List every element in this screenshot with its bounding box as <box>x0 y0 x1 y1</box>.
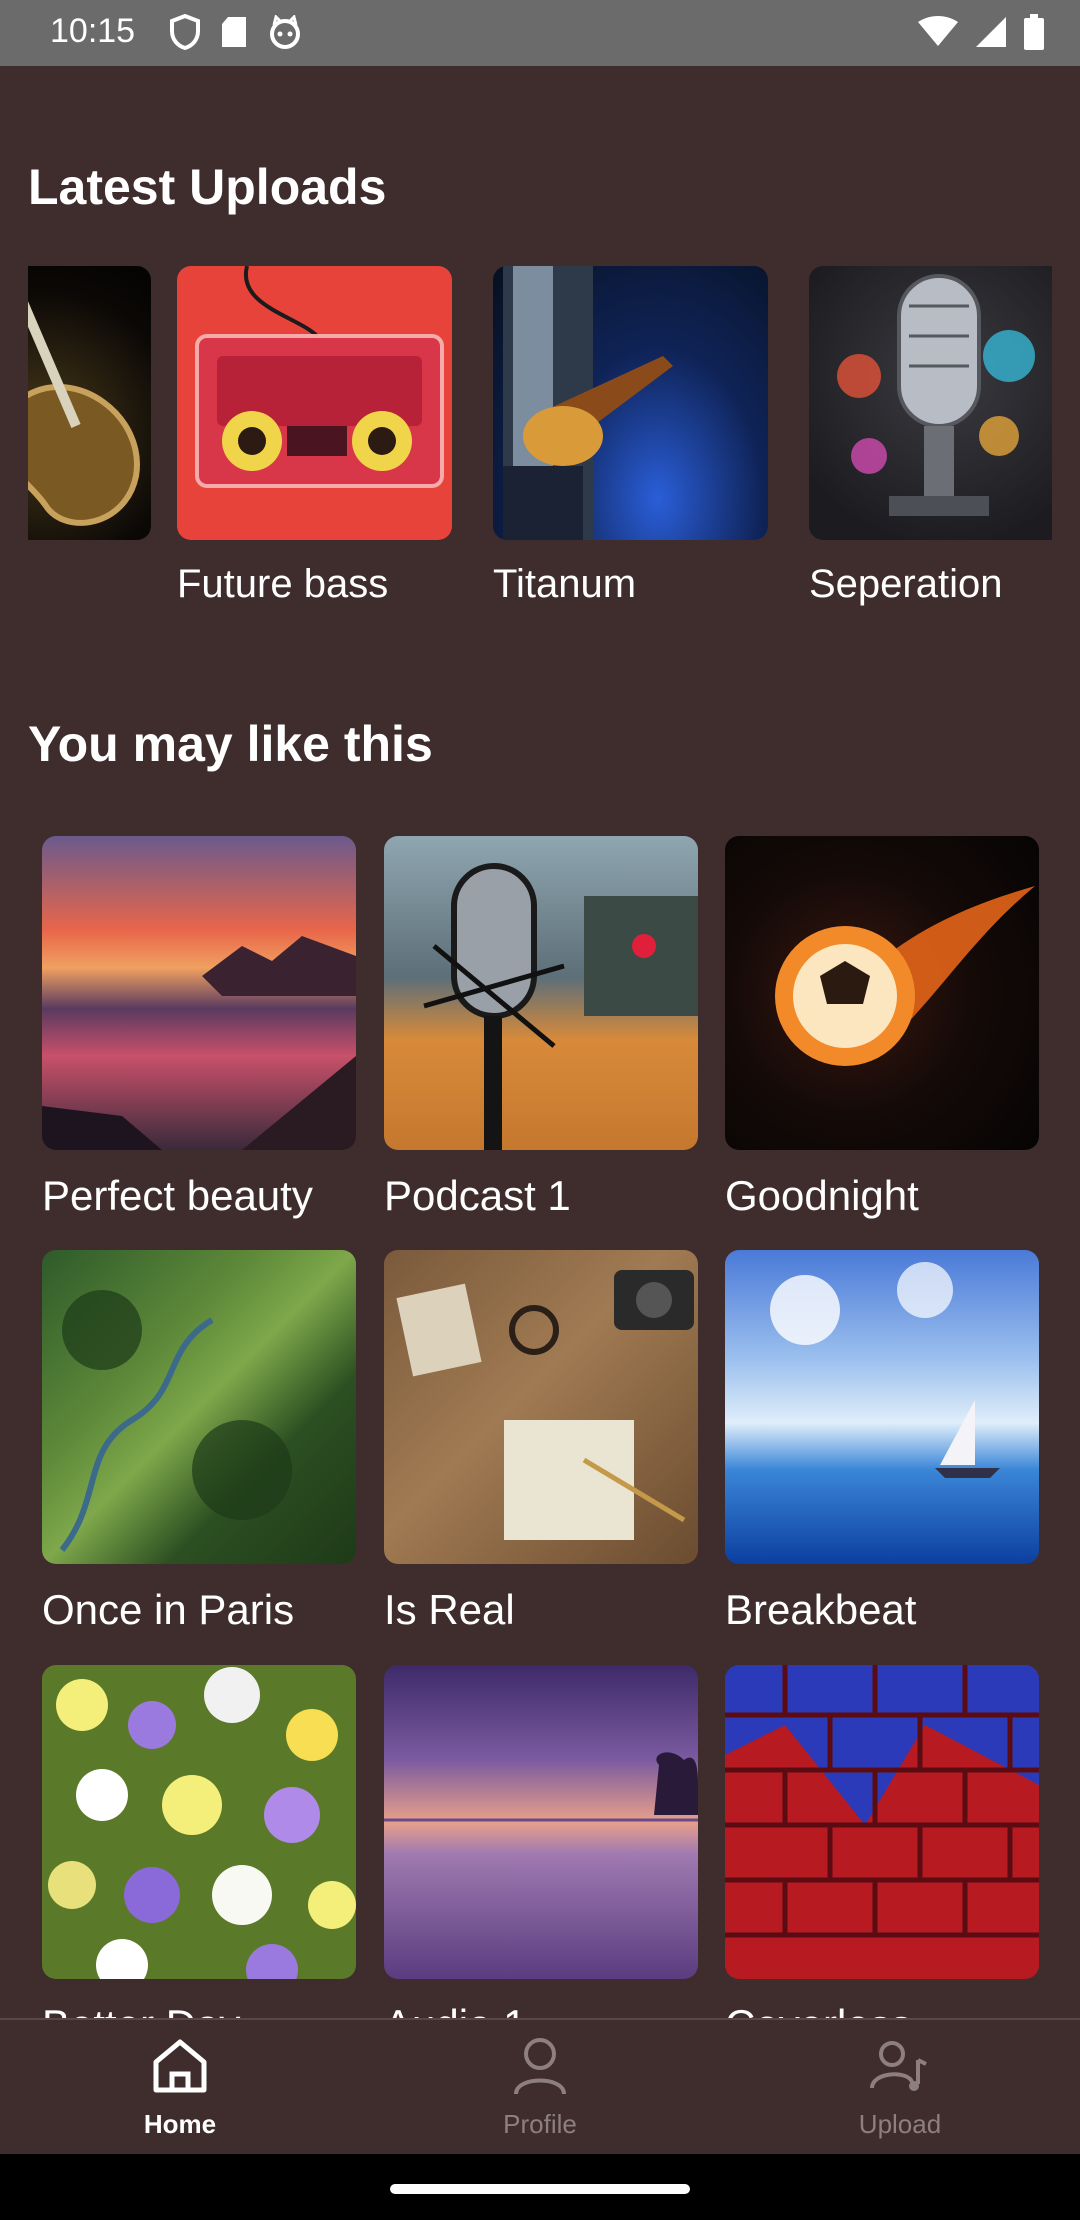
latest-item[interactable]: afe <box>28 266 151 607</box>
flowers-art <box>42 1665 356 1979</box>
guitar-art <box>28 266 151 540</box>
status-right-icons <box>918 14 1044 50</box>
shield-icon <box>170 14 200 50</box>
grid-item-title: Audio 1 <box>384 2001 698 2018</box>
latest-item-title: afe <box>28 562 151 607</box>
upload-user-icon <box>870 2041 927 2091</box>
latest-item-title: Titanum <box>493 562 637 606</box>
fire-ball-art <box>725 836 1039 1150</box>
nav-upload[interactable]: Upload <box>790 2034 1010 2140</box>
may-like-title: You may like this <box>28 716 433 772</box>
grid-item[interactable]: Podcast 1 <box>384 836 698 1220</box>
grid-item[interactable]: Once in Paris <box>42 1250 356 1634</box>
grid-item[interactable]: Breakbeat <box>725 1250 1039 1634</box>
home-icon <box>153 2039 207 2093</box>
status-left-icons <box>170 14 302 50</box>
grid-item-title: Is Real <box>384 1586 515 1633</box>
nav-home-label: Home <box>143 2109 217 2139</box>
sd-card-icon <box>222 17 246 47</box>
grid-item-title: Perfect beauty <box>42 1172 313 1219</box>
grid-item-title: Once in Paris <box>42 1586 295 1633</box>
grid-item[interactable]: Better Day <box>42 1665 356 2018</box>
home-gesture-handle[interactable] <box>390 2184 690 2194</box>
forest-aerial-art <box>42 1250 356 1564</box>
sunset-lake-art <box>42 836 356 1150</box>
grid-item-title: Goodnight <box>725 1172 919 1219</box>
grid-item[interactable]: Coverless <box>725 1665 1039 2018</box>
grid-item[interactable]: Perfect beauty <box>42 836 356 1220</box>
wifi-icon <box>918 16 958 46</box>
latest-item[interactable]: Seperation <box>809 266 1052 607</box>
grid-item-title: Coverless <box>725 2001 1039 2018</box>
status-time: 10:15 <box>50 12 136 50</box>
nav-profile-label: Profile <box>503 2109 577 2139</box>
latest-item[interactable]: Future bass <box>177 266 452 607</box>
nav-home[interactable]: Home <box>70 2034 290 2140</box>
sailboat-sky-art <box>725 1250 1039 1564</box>
grid-item-title: Podcast 1 <box>384 1172 571 1219</box>
signal-icon <box>976 17 1006 47</box>
latest-item-title: Seperation <box>809 562 1003 606</box>
nav-profile[interactable]: Profile <box>430 2034 650 2140</box>
nav-upload-label: Upload <box>858 2109 942 2139</box>
grid-item[interactable]: Audio 1 <box>384 1665 698 2018</box>
brick-wall-art <box>725 1665 1039 1979</box>
may-like-grid[interactable]: Perfect beauty Podcast 1 Goodnight Once … <box>0 820 1080 2018</box>
travel-desk-art <box>384 1250 698 1564</box>
latest-uploads-carousel[interactable]: afe Future bass Titanum <box>28 266 1052 626</box>
latest-uploads-title: Latest Uploads <box>28 159 387 215</box>
profile-icon <box>514 2038 566 2095</box>
cat-icon <box>270 15 300 49</box>
status-bar: 10:15 <box>0 0 1080 66</box>
cassette-art <box>177 266 452 540</box>
dusk-sea-art <box>384 1665 698 1979</box>
latest-item-title: Future bass <box>177 562 389 606</box>
microphone-splash-art <box>809 266 1052 540</box>
bottom-navigation: Home Profile Upload <box>0 2018 1080 2156</box>
gesture-area <box>0 2154 1080 2220</box>
grid-item[interactable]: Is Real <box>384 1250 698 1634</box>
grid-item[interactable]: Goodnight <box>725 836 1039 1220</box>
battery-icon <box>1024 14 1044 50</box>
latest-item[interactable]: Titanum <box>493 266 768 607</box>
guitarist-art <box>493 266 768 540</box>
grid-item-title: Better Day <box>42 2001 356 2018</box>
podcast-mic-art <box>384 836 698 1150</box>
grid-item-title: Breakbeat <box>725 1586 917 1633</box>
